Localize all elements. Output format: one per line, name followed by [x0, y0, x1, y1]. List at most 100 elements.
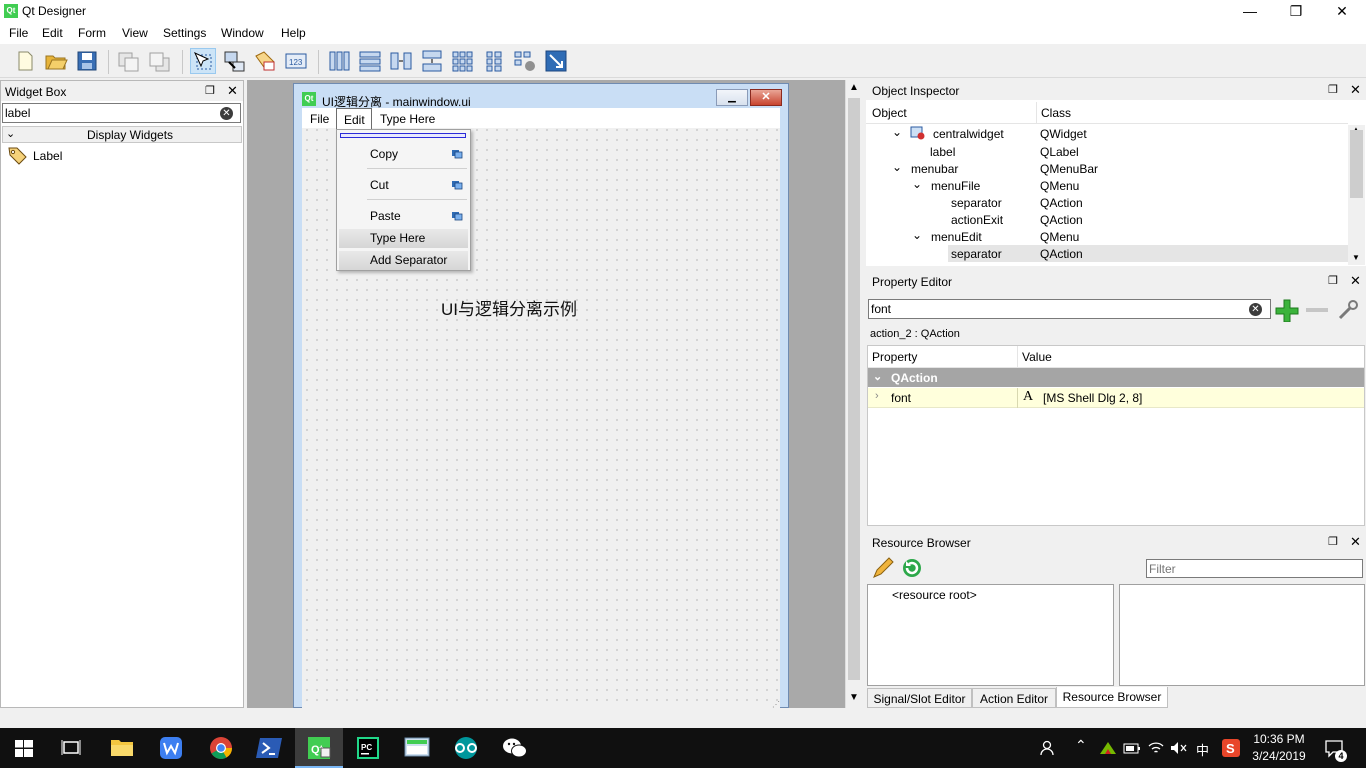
font-value[interactable]: [MS Shell Dlg 2, 8]	[1043, 391, 1142, 405]
save-form-icon[interactable]	[74, 48, 100, 74]
menu-help[interactable]: Help	[281, 26, 306, 40]
resource-list[interactable]	[1119, 584, 1365, 686]
menu-view[interactable]: View	[122, 26, 148, 40]
sogou-icon[interactable]: S	[1222, 739, 1240, 757]
reload-icon[interactable]	[900, 556, 924, 580]
chevron-down-icon[interactable]: ⌄	[873, 370, 882, 383]
resize-grip-icon[interactable]: ⋰	[772, 700, 780, 709]
widget-item-label[interactable]: Label	[5, 145, 205, 165]
column-property[interactable]: Property	[872, 350, 917, 364]
battery-icon[interactable]	[1123, 741, 1141, 755]
minimize-button[interactable]: —	[1227, 0, 1273, 22]
wifi-icon[interactable]	[1148, 740, 1164, 756]
column-value[interactable]: Value	[1022, 350, 1052, 364]
task-view-icon[interactable]	[48, 728, 96, 768]
edit-resources-icon[interactable]	[871, 556, 895, 580]
tree-row[interactable]: separator QAction	[868, 194, 1348, 211]
arduino-icon[interactable]	[442, 728, 490, 768]
tree-row[interactable]: ⌄ menuFile QMenu	[868, 177, 1348, 194]
people-icon[interactable]	[1039, 740, 1055, 756]
resource-filter-input[interactable]	[1146, 559, 1363, 578]
edit-tab-order-icon[interactable]: 123	[283, 48, 309, 74]
widget-filter-input[interactable]	[2, 103, 241, 123]
add-property-icon[interactable]	[1274, 298, 1300, 322]
configure-wrench-icon[interactable]	[1336, 298, 1360, 322]
menu-item-cut[interactable]: Cut	[337, 175, 470, 197]
bring-to-front-icon[interactable]	[147, 48, 173, 74]
chevron-down-icon[interactable]: ⌄	[912, 177, 922, 191]
clear-filter-icon[interactable]: ✕	[1249, 303, 1262, 316]
form-menu-edit[interactable]: Edit	[336, 108, 372, 129]
float-icon[interactable]: ❐	[1328, 274, 1338, 287]
scroll-up-icon[interactable]: ▲	[849, 82, 859, 93]
float-icon[interactable]: ❐	[205, 84, 215, 97]
scroll-down-icon[interactable]: ▼	[1352, 253, 1360, 262]
qt-app-icon[interactable]	[393, 728, 441, 768]
tab-resource-browser[interactable]: Resource Browser	[1056, 687, 1168, 708]
clock-time[interactable]: 10:36 PM	[1248, 732, 1310, 746]
property-group-qaction[interactable]: ⌄ QAction	[868, 368, 1364, 387]
wps-icon[interactable]	[147, 728, 195, 768]
menu-item-type-here[interactable]: Type Here	[339, 229, 468, 248]
menu-window[interactable]: Window	[221, 26, 264, 40]
close-icon[interactable]: ✕	[227, 83, 238, 99]
property-row-font[interactable]: › font A [MS Shell Dlg 2, 8]	[868, 388, 1364, 408]
chevron-down-icon[interactable]: ⌄	[912, 228, 922, 242]
resource-tree[interactable]: <resource root>	[867, 584, 1114, 686]
menu-item-paste[interactable]: Paste	[337, 206, 470, 228]
close-button[interactable]: ✕	[1319, 0, 1365, 22]
column-object[interactable]: Object	[872, 106, 907, 120]
form-menu-type-here[interactable]: Type Here	[380, 112, 435, 126]
form-menu-file[interactable]: File	[310, 112, 329, 126]
edit-signals-slots-icon[interactable]	[221, 48, 247, 74]
close-icon[interactable]: ✕	[1350, 82, 1361, 98]
menu-form[interactable]: Form	[78, 26, 106, 40]
chevron-right-icon[interactable]: ›	[875, 390, 879, 402]
open-form-icon[interactable]	[43, 48, 69, 74]
menu-item-copy[interactable]: Copy	[337, 144, 470, 166]
column-class[interactable]: Class	[1041, 106, 1071, 120]
new-form-icon[interactable]	[12, 48, 38, 74]
close-icon[interactable]: ✕	[1350, 534, 1361, 550]
clear-filter-icon[interactable]: ✕	[220, 107, 233, 120]
tab-action-editor[interactable]: Action Editor	[972, 688, 1056, 708]
menu-separator-marker[interactable]	[340, 133, 466, 138]
menu-settings[interactable]: Settings	[163, 26, 206, 40]
volume-muted-icon[interactable]	[1169, 740, 1187, 756]
float-icon[interactable]: ❐	[1328, 83, 1338, 96]
label-widget[interactable]: UI与逻辑分离示例	[441, 295, 577, 320]
scroll-thumb[interactable]	[848, 98, 860, 680]
pycharm-icon[interactable]: PC	[344, 728, 392, 768]
chrome-icon[interactable]	[197, 728, 245, 768]
layout-v-splitter-icon[interactable]	[419, 48, 445, 74]
ime-indicator[interactable]: 中	[1196, 740, 1209, 759]
property-filter-input[interactable]	[868, 299, 1271, 319]
chevron-down-icon[interactable]: ⌄	[892, 160, 902, 174]
layout-form-icon[interactable]	[481, 48, 507, 74]
layout-h-splitter-icon[interactable]	[388, 48, 414, 74]
break-layout-icon[interactable]	[512, 48, 538, 74]
powershell-icon[interactable]	[246, 728, 294, 768]
scroll-down-icon[interactable]: ▼	[849, 692, 859, 703]
tab-signal-slot-editor[interactable]: Signal/Slot Editor	[867, 688, 972, 708]
show-hidden-icons-icon[interactable]: ⌃	[1075, 737, 1087, 754]
resource-root-item[interactable]: <resource root>	[892, 588, 977, 602]
form-window[interactable]: Qt UI逻辑分离 - mainwindow.ui ▁ ✕ UI与逻辑分离示例 …	[293, 83, 789, 709]
layout-vertically-icon[interactable]	[357, 48, 383, 74]
close-icon[interactable]: ✕	[1350, 273, 1361, 289]
menu-edit[interactable]: Edit	[42, 26, 63, 40]
menu-item-add-separator[interactable]: Add Separator	[339, 251, 468, 270]
layout-grid-icon[interactable]	[450, 48, 476, 74]
edit-widgets-icon[interactable]	[190, 48, 216, 74]
mdi-scrollbar[interactable]: ▲ ▼	[845, 80, 862, 708]
edit-buddies-icon[interactable]	[252, 48, 278, 74]
wechat-icon[interactable]	[491, 728, 539, 768]
tree-row-selected[interactable]: separator QAction	[948, 245, 1348, 262]
clock-date[interactable]: 3/24/2019	[1248, 749, 1310, 763]
form-close-button[interactable]: ✕	[750, 89, 782, 106]
restore-button[interactable]: ❐	[1273, 0, 1319, 22]
inspector-scrollbar[interactable]: ▲ ▼	[1348, 125, 1365, 265]
tree-row[interactable]: ⌄ menuEdit QMenu	[868, 228, 1348, 245]
tree-row[interactable]: ⌄ menubar QMenuBar	[868, 160, 1348, 177]
tree-row[interactable]: ⌄ centralwidget QWidget	[868, 125, 1348, 142]
